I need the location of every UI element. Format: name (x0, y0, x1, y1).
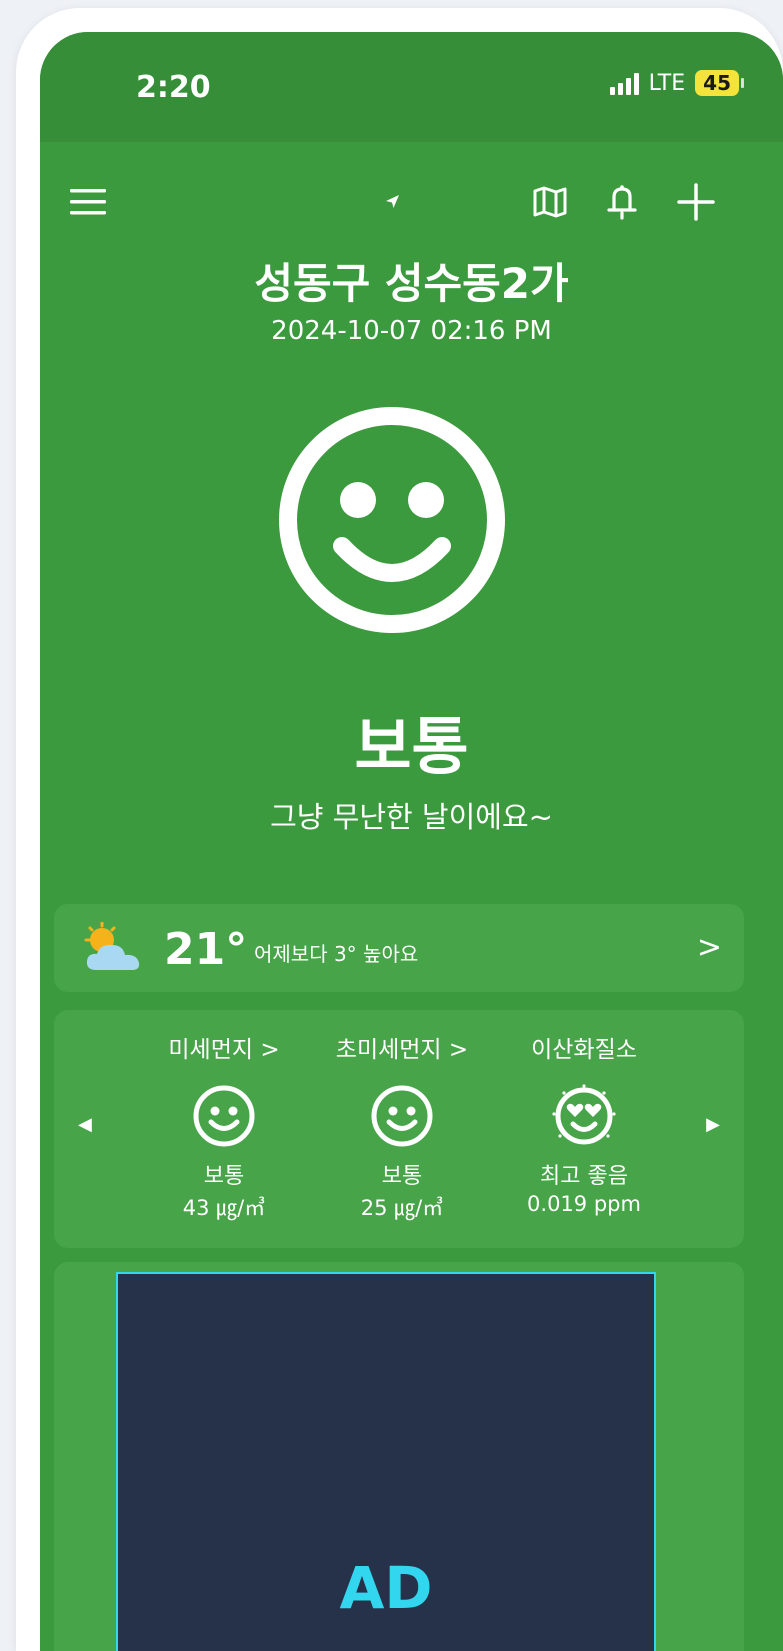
weather-card[interactable]: 21° 어제보다 3° 높아요 > (54, 904, 744, 992)
overall-status-label: 보통 (354, 710, 469, 783)
signal-icon (609, 71, 639, 95)
smile-face-icon (279, 407, 505, 633)
partly-cloudy-icon (84, 922, 140, 970)
carousel-prev-icon[interactable]: ◀ (78, 1114, 92, 1135)
pollutant-value: 0.019 ppm (527, 1192, 641, 1216)
ad-banner[interactable]: AD (116, 1272, 656, 1651)
top-toolbar (40, 172, 783, 242)
update-datetime: 2024-10-07 02:16 PM (271, 316, 552, 346)
network-type: LTE (648, 70, 686, 96)
pollutant-card: ◀ ▶ 미세먼지 > 보통 43 ㎍/㎥ 초미세먼지 > 보통 25 ㎍/㎥ 이… (54, 1010, 744, 1248)
plus-icon[interactable] (666, 172, 726, 232)
carousel-next-icon[interactable]: ▶ (706, 1114, 720, 1135)
status-time: 2:20 (136, 70, 211, 105)
pollutant-no2[interactable]: 이산화질소 최고 좋음 0.019 ppm (494, 1030, 674, 1216)
location-title: 성동구 성수동2가 (254, 259, 569, 308)
pollutant-pm10[interactable]: 미세먼지 > 보통 43 ㎍/㎥ (134, 1030, 314, 1222)
status-indicators: LTE 45 (609, 70, 744, 96)
temperature-comparison: 어제보다 3° 높아요 (254, 942, 419, 966)
heart-eyes-face-icon (552, 1084, 616, 1145)
map-icon[interactable] (520, 172, 580, 232)
ad-label: AD (339, 1554, 433, 1622)
pollutant-name: 이산화질소 (531, 1037, 637, 1063)
overall-status-message: 그냥 무난한 날이에요~ (270, 800, 553, 834)
app-screen: 2:20 LTE 45 성동구 성수동2가 2024-10-07 02:16 P… (40, 32, 783, 1651)
pollutant-pm25[interactable]: 초미세먼지 > 보통 25 ㎍/㎥ (312, 1030, 492, 1222)
pollutant-value: 43 ㎍/㎥ (182, 1196, 266, 1220)
pollutant-name: 미세먼지 > (168, 1037, 280, 1063)
temperature: 21° (164, 924, 248, 975)
location-arrow-icon[interactable] (362, 172, 422, 232)
pollutant-name: 초미세먼지 > (335, 1037, 469, 1063)
smile-face-icon (371, 1085, 433, 1147)
ad-container: AD (54, 1262, 744, 1651)
pollutant-status: 최고 좋음 (540, 1164, 628, 1189)
chevron-right-icon: > (696, 930, 722, 965)
bell-icon[interactable] (592, 172, 652, 232)
menu-icon[interactable] (58, 172, 118, 232)
pollutant-value: 25 ㎍/㎥ (360, 1196, 444, 1220)
smile-face-icon (193, 1085, 255, 1147)
status-bar: 2:20 LTE 45 (40, 32, 783, 142)
pollutant-status: 보통 (381, 1164, 423, 1189)
pollutant-status: 보통 (203, 1164, 245, 1189)
battery-icon: 45 (695, 70, 744, 96)
